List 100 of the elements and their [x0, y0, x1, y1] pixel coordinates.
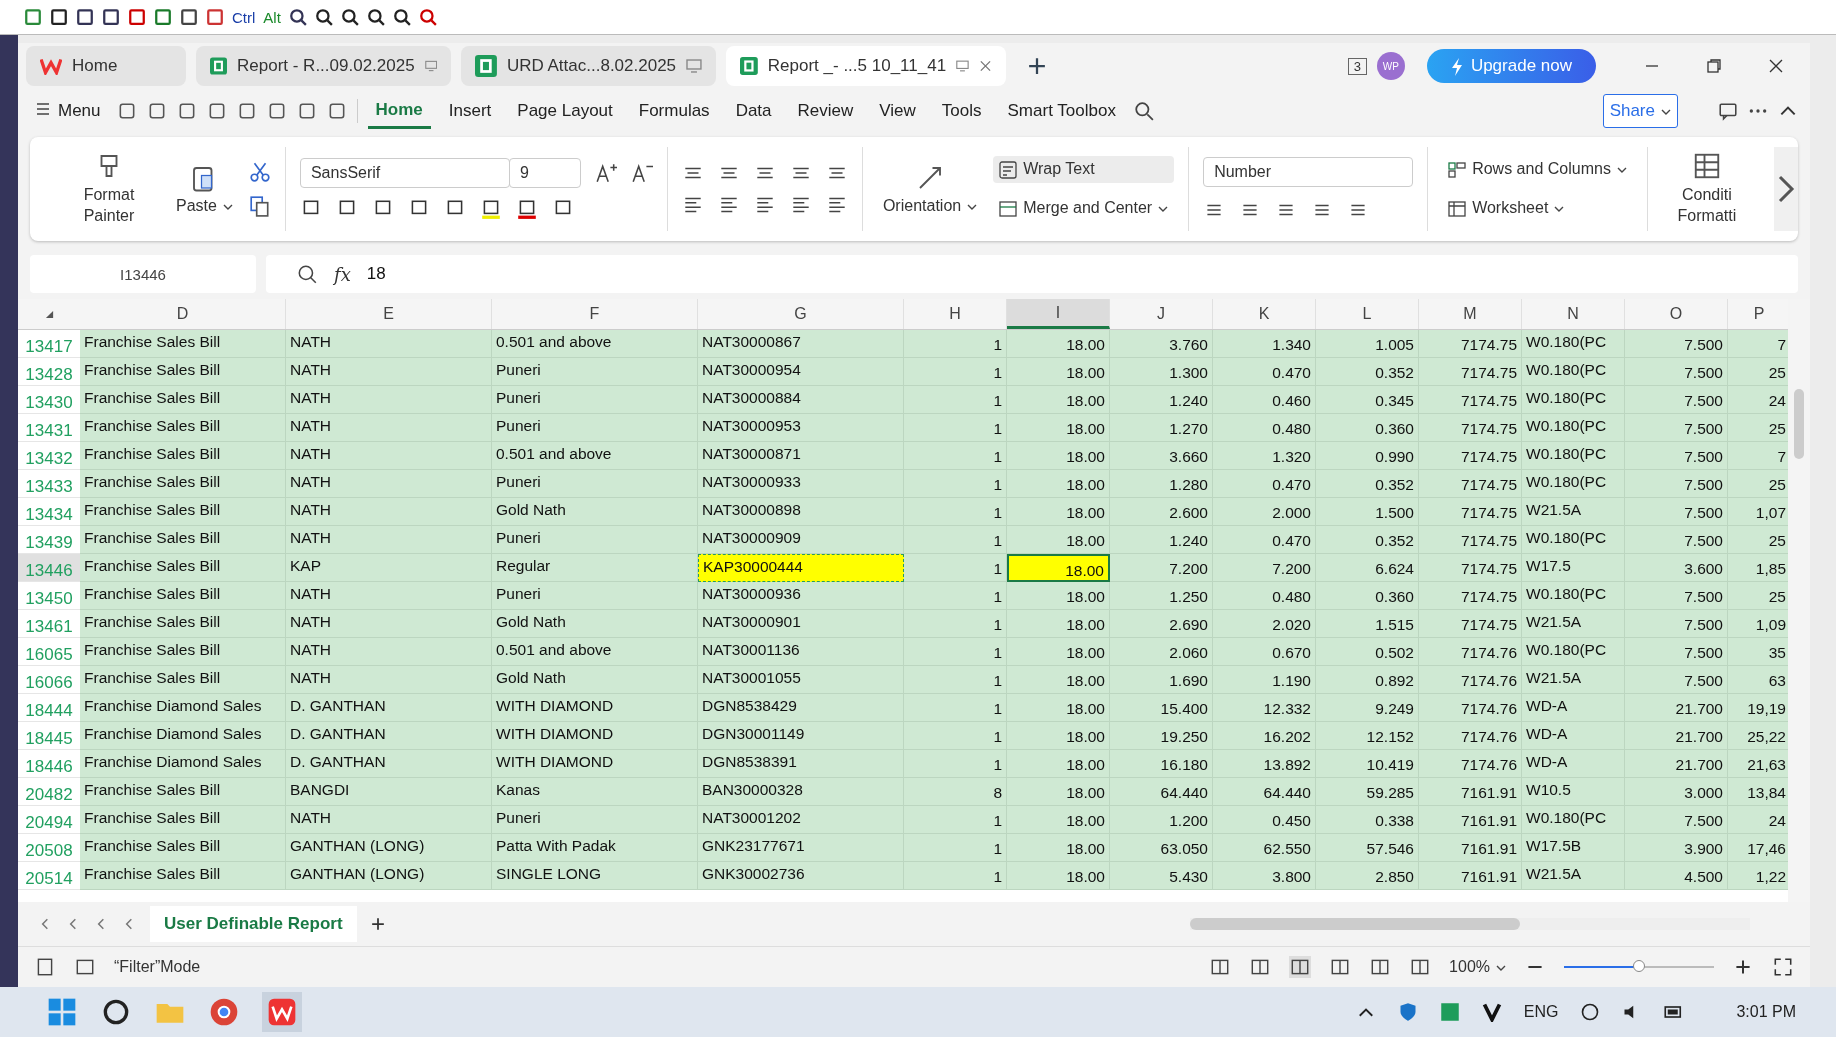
table-cell: 0.470	[1213, 526, 1316, 554]
zoom-icon[interactable]	[392, 8, 411, 26]
restore-icon[interactable]	[1706, 58, 1722, 74]
table-cell: 7161.91	[1419, 834, 1522, 862]
function-label[interactable]: fx	[334, 263, 351, 285]
table-cell: 59.285	[1316, 778, 1419, 806]
zoom-level-dropdown[interactable]: 100%	[1449, 958, 1506, 976]
table-cell: 7174.75	[1419, 610, 1522, 638]
table-cell: GANTHAN (LONG)	[286, 834, 492, 862]
table-cell: NATH	[286, 414, 492, 442]
font-size-dropdown[interactable]: 9	[508, 158, 581, 188]
font-color-icon[interactable]	[515, 198, 538, 220]
menu-button[interactable]: Menu	[30, 95, 107, 127]
zoom-icon[interactable]	[366, 8, 385, 26]
shrink-font-icon[interactable]	[630, 162, 653, 184]
plus-icon[interactable]	[370, 917, 385, 931]
formula-field[interactable]: 18	[366, 264, 386, 284]
column-header[interactable]: E	[286, 299, 492, 329]
table-cell: 1.500	[1316, 498, 1419, 526]
column-header[interactable]: O	[1625, 299, 1728, 329]
ctrl-key[interactable]: Ctrl	[232, 8, 256, 26]
horizontal-scrollbar[interactable]	[1190, 918, 1750, 930]
column-header[interactable]: K	[1213, 299, 1316, 329]
upgrade-button[interactable]: Upgrade now	[1426, 49, 1596, 83]
table-cell: Franchise Sales Bill	[80, 498, 286, 526]
chevron-right-icon[interactable]	[1774, 147, 1798, 231]
table-cell: 12.332	[1213, 694, 1316, 722]
document-tab[interactable]: Report _- ...5 10_11_41	[726, 46, 1006, 86]
table-cell: 1.320	[1213, 442, 1316, 470]
table-cell: 3.660	[1110, 442, 1213, 470]
column-header[interactable]: F	[492, 299, 698, 329]
ribbon-tab[interactable]: Smart Toolbox	[999, 95, 1124, 127]
column-header[interactable]: N	[1522, 299, 1625, 329]
column-header[interactable]: D	[80, 299, 286, 329]
ribbon-tab[interactable]: Page Layout	[509, 95, 621, 127]
column-header[interactable]: J	[1110, 299, 1213, 329]
column-header[interactable]: L	[1316, 299, 1419, 329]
table-cell: 7161.91	[1419, 806, 1522, 834]
table-cell: 18.00	[1007, 638, 1110, 666]
office-app-icon[interactable]	[262, 992, 302, 1032]
spreadsheet-tray-icon[interactable]	[1439, 1002, 1460, 1022]
clock[interactable]: 3:01 PM	[1736, 1003, 1796, 1021]
ribbon-tab[interactable]: Insert	[440, 95, 500, 127]
slider-thumb[interactable]	[1633, 960, 1645, 972]
ribbon-tab[interactable]: Review	[789, 95, 862, 127]
avatar[interactable]: WP	[1376, 52, 1405, 80]
table-cell: Franchise Sales Bill	[80, 414, 286, 442]
merge-center-button[interactable]: Merge and Center	[993, 195, 1175, 222]
sheet-tab[interactable]: User Definable Report	[150, 906, 357, 942]
document-tab[interactable]: Home	[26, 46, 186, 86]
orientation-button[interactable]: Orientation	[876, 163, 984, 215]
monitor-icon	[686, 59, 702, 73]
table-cell: 64.440	[1213, 778, 1316, 806]
comment-icon[interactable]	[1718, 101, 1738, 121]
ribbon-tab[interactable]: Data	[727, 95, 780, 127]
column-header[interactable]: M	[1419, 299, 1522, 329]
number-format-dropdown[interactable]: Number	[1203, 157, 1414, 187]
document-tab[interactable]: URD Attac...8.02.2025	[461, 46, 716, 86]
table-cell: W17.5B	[1522, 834, 1625, 862]
wrap-text-button[interactable]: Wrap Text	[993, 156, 1175, 183]
menu-icon	[36, 102, 50, 116]
worksheet-button[interactable]: Worksheet	[1442, 195, 1633, 222]
plus-icon[interactable]	[1028, 57, 1046, 75]
fullscreen-icon[interactable]	[1772, 956, 1794, 978]
table-cell: NATH	[286, 498, 492, 526]
ribbon-tab[interactable]: Home	[367, 93, 431, 129]
language-indicator[interactable]: ENG	[1523, 1003, 1559, 1021]
table-cell: D. GANTHAN	[286, 750, 492, 778]
windows-start-icon[interactable]	[46, 996, 78, 1028]
column-header[interactable]: G	[698, 299, 904, 329]
fill-color-icon[interactable]	[479, 198, 502, 220]
conditional-formatting-button[interactable]: Conditi Formatti	[1655, 151, 1758, 227]
share-button[interactable]: Share	[1602, 94, 1678, 128]
close-icon[interactable]	[1768, 58, 1784, 74]
table-cell: 21.700	[1625, 694, 1728, 722]
alt-key[interactable]: Alt	[263, 8, 281, 26]
ribbon-tab[interactable]: Tools	[933, 95, 990, 127]
scissors-icon[interactable]	[248, 161, 271, 183]
normal-view-icon[interactable]	[1289, 956, 1312, 978]
table-cell: Franchise Sales Bill	[80, 526, 286, 554]
table-cell: 18.00	[1007, 414, 1110, 442]
table-cell: KAP	[286, 554, 492, 582]
name-box[interactable]: I13446	[30, 255, 256, 293]
grow-font-icon[interactable]	[594, 162, 617, 184]
table-cell: W0.180(PC	[1522, 442, 1625, 470]
window-count-badge[interactable]: 3	[1347, 57, 1367, 75]
zoom-icon[interactable]	[296, 263, 318, 285]
table-cell: W0.180(PC	[1522, 414, 1625, 442]
rows-columns-button[interactable]: Rows and Columns	[1442, 156, 1633, 183]
table-cell: 1	[904, 526, 1007, 554]
tray-app-icon[interactable]	[1481, 1002, 1502, 1022]
table-cell: 19,19	[1728, 694, 1788, 722]
ribbon-tab[interactable]: View	[871, 95, 924, 127]
format-painter-button[interactable]: Format Painter	[58, 151, 160, 227]
document-tab[interactable]: Report - R...09.02.2025	[196, 46, 451, 86]
browser-icon[interactable]	[208, 996, 240, 1028]
column-header[interactable]: I	[1007, 299, 1110, 329]
paste-button[interactable]: Paste	[170, 163, 239, 215]
ribbon-tab[interactable]: Formulas	[630, 95, 718, 127]
select-all-icon[interactable]	[44, 309, 54, 319]
